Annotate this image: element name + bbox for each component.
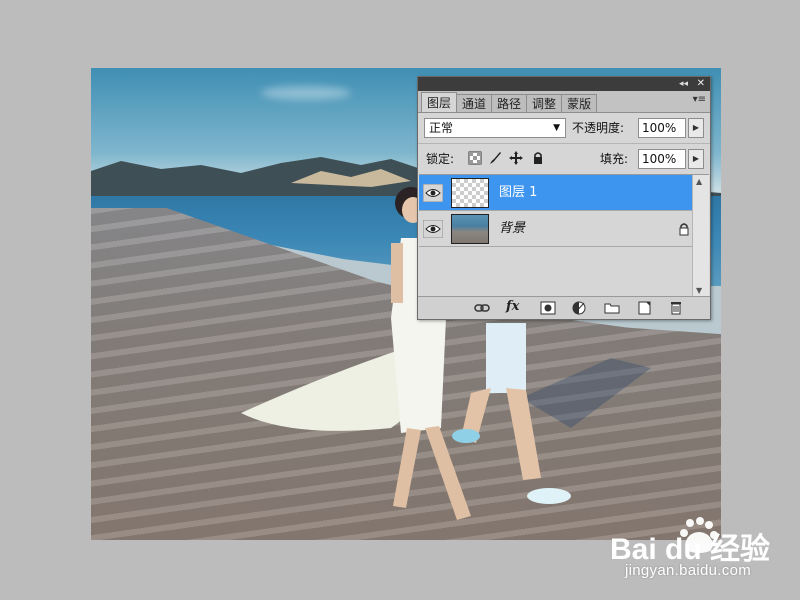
panel-footer: fx	[418, 296, 710, 319]
eye-icon[interactable]	[423, 184, 443, 202]
tab-masks[interactable]: 蒙版	[561, 94, 598, 112]
scroll-up-icon[interactable]: ▲	[696, 177, 702, 186]
lock-fill-row: 锁定: 填充: 100% ▶	[418, 143, 710, 174]
watermark-url: jingyan.baidu.com	[625, 562, 752, 579]
lock-transparent-pixels-icon[interactable]	[468, 151, 482, 165]
layer-name[interactable]: 图层 1	[499, 175, 537, 211]
layers-list: 图层 1 背景 ▲ ▼	[419, 174, 709, 297]
scroll-down-icon[interactable]: ▼	[696, 286, 702, 295]
new-layer-icon[interactable]	[636, 301, 652, 315]
panel-menu-icon[interactable]: ▾≡	[693, 94, 706, 105]
fill-input[interactable]: 100%	[638, 149, 686, 169]
tab-channels[interactable]: 通道	[456, 94, 493, 112]
fill-label: 填充:	[600, 152, 629, 166]
folder-icon[interactable]	[604, 301, 620, 315]
tab-layers[interactable]: 图层	[421, 92, 458, 112]
layer-thumbnail	[451, 178, 489, 208]
panel-tabs: 图层 通道 路径 调整 蒙版 ▾≡	[418, 91, 710, 113]
blend-mode-select[interactable]: 正常 ▼	[424, 118, 566, 138]
lock-image-pixels-icon[interactable]	[488, 151, 502, 165]
layers-scrollbar[interactable]: ▲ ▼	[692, 175, 709, 297]
layer-row-background[interactable]: 背景	[419, 211, 709, 247]
fx-icon[interactable]: fx	[506, 299, 522, 314]
opacity-slider-button[interactable]: ▶	[688, 118, 704, 138]
lock-position-icon[interactable]	[509, 151, 523, 165]
layer-row-layer1[interactable]: 图层 1	[419, 175, 709, 211]
blend-mode-value: 正常	[429, 121, 454, 135]
eye-icon[interactable]	[423, 220, 443, 238]
panel-titlebar[interactable]: ◂◂ ✕	[418, 77, 710, 91]
layers-panel: ◂◂ ✕ 图层 通道 路径 调整 蒙版 ▾≡ 正常 ▼ 不透明度: 100% ▶…	[417, 76, 711, 320]
watermark-brand: Bai du 经验	[610, 532, 770, 566]
layer-thumbnail	[451, 214, 489, 244]
collapse-icon[interactable]: ◂◂	[679, 77, 688, 91]
fill-slider-button[interactable]: ▶	[688, 149, 704, 169]
trash-icon[interactable]	[668, 301, 684, 315]
layer-name[interactable]: 背景	[499, 211, 525, 247]
link-icon[interactable]	[474, 301, 490, 315]
close-icon[interactable]: ✕	[697, 77, 705, 91]
adjustment-icon[interactable]	[572, 301, 588, 315]
tab-paths[interactable]: 路径	[491, 94, 528, 112]
lock-all-icon[interactable]	[531, 151, 545, 165]
dropdown-arrow-icon: ▼	[553, 123, 560, 133]
opacity-label: 不透明度:	[572, 121, 625, 135]
mask-icon[interactable]	[540, 301, 556, 315]
blend-opacity-row: 正常 ▼ 不透明度: 100% ▶	[418, 113, 710, 143]
opacity-input[interactable]: 100%	[638, 118, 686, 138]
tab-adjustments[interactable]: 调整	[526, 94, 563, 112]
lock-label: 锁定:	[426, 152, 455, 166]
lock-icon	[679, 223, 689, 236]
